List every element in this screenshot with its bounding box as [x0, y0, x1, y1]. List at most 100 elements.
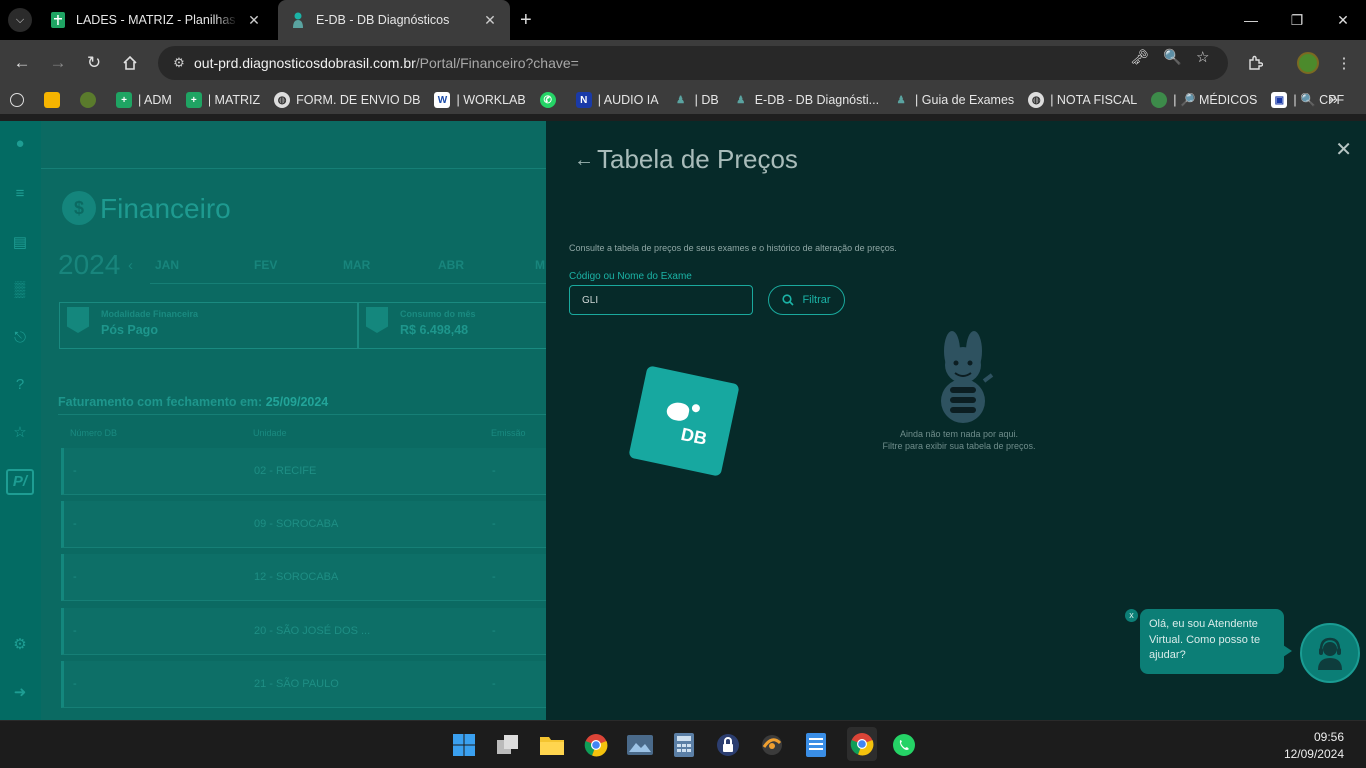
bookmark-label: | 🔎 MÉDICOS	[1173, 92, 1258, 107]
new-tab-button[interactable]: +	[520, 10, 532, 30]
col-header-emissao: Emissão	[491, 428, 526, 438]
bookmark-db[interactable]: ♟ | DB	[673, 92, 719, 108]
site-info-icon[interactable]: ⚙	[164, 55, 194, 71]
bookmark-audio-ia[interactable]: N | AUDIO IA	[575, 92, 659, 108]
document-icon[interactable]: ▤	[10, 233, 30, 253]
month-fev[interactable]: FEV	[254, 258, 277, 272]
db-logo-small-icon[interactable]: ●	[10, 135, 30, 155]
chat-bubble[interactable]: Olá, eu sou Atendente Virtual. Como poss…	[1140, 609, 1292, 674]
empty-state-text: Ainda não tem nada por aqui. Filtre para…	[876, 428, 1042, 452]
tab-search-button[interactable]: ⌵	[8, 8, 32, 32]
windows-start-icon[interactable]	[451, 732, 477, 758]
bookmark-nota-fiscal[interactable]: ◍ | NOTA FISCAL	[1028, 92, 1137, 108]
exam-search-input[interactable]	[569, 285, 753, 315]
db-person-icon	[290, 12, 306, 28]
profile-avatar[interactable]	[1297, 52, 1319, 74]
table-row[interactable]: - 02 - RECIFE -	[61, 448, 546, 495]
month-jan[interactable]: JAN	[155, 258, 179, 272]
back-icon[interactable]: ←	[10, 51, 34, 75]
reload-icon[interactable]: ↻	[82, 51, 106, 75]
settings-icon[interactable]: ⚙	[10, 635, 30, 655]
cell-unit: 21 - SÃO PAULO	[254, 678, 339, 690]
bookmark-adm[interactable]: + | ADM	[116, 92, 172, 108]
task-view-icon[interactable]	[495, 732, 521, 758]
bookmark-guia-exames[interactable]: ♟ | Guia de Exames	[893, 92, 1015, 108]
browser-toolbar: ← → ↻ ⚙ out-prd.diagnosticosdobrasil.com…	[0, 40, 1366, 86]
notepad-icon[interactable]	[803, 732, 829, 758]
window-close-icon[interactable]: ✕	[1320, 0, 1366, 40]
minimize-icon[interactable]: —	[1228, 0, 1274, 40]
forward-icon[interactable]: →	[46, 51, 70, 75]
trash-icon[interactable]: ⎋	[10, 329, 30, 349]
exam-field-label: Código ou Nome do Exame	[569, 271, 692, 282]
bookmark-worklab[interactable]: W | WORKLAB	[434, 92, 526, 108]
home-icon[interactable]	[118, 51, 142, 75]
search-icon	[782, 294, 795, 306]
system-clock[interactable]: 09:56 12/09/2024	[1284, 729, 1344, 763]
filter-button[interactable]: Filtrar	[768, 285, 845, 315]
bookmark-matriz[interactable]: + | MATRIZ	[185, 92, 260, 108]
tab-lades-matriz[interactable]: LADES - MATRIZ - Planilhas Google ✕	[38, 0, 274, 40]
clock-time: 09:56	[1313, 730, 1344, 744]
chrome-active-icon[interactable]	[847, 727, 877, 761]
file-explorer-icon[interactable]	[539, 732, 565, 758]
col-header-numero: Número DB	[70, 428, 118, 438]
address-bar[interactable]: ⚙ out-prd.diagnosticosdobrasil.com.br/Po…	[158, 46, 1228, 80]
bookmark-openai[interactable]	[10, 93, 30, 107]
url-host: out-prd.diagnosticosdobrasil.com.br	[194, 55, 416, 71]
bookmark-label: | WORKLAB	[456, 93, 526, 107]
bookmark-form-envio[interactable]: ◍ FORM. DE ENVIO DB	[274, 92, 420, 108]
password-key-icon[interactable]: 🗝	[1130, 48, 1149, 66]
whatsapp-icon[interactable]	[891, 732, 917, 758]
card-value: Pós Pago	[101, 323, 158, 337]
portal-p-icon[interactable]: P/	[6, 469, 34, 495]
star-icon[interactable]: ☆	[10, 423, 30, 443]
bookmark-badge[interactable]	[80, 92, 102, 108]
bookmark-edb[interactable]: ♟ E-DB - DB Diagnósti...	[733, 92, 879, 108]
month-mar[interactable]: MAR	[343, 258, 370, 272]
photos-icon[interactable]	[627, 732, 653, 758]
calculator-icon[interactable]	[671, 732, 697, 758]
chart-icon[interactable]: ▒	[10, 281, 30, 301]
db-logo-text: DB	[679, 423, 709, 449]
month-abr[interactable]: ABR	[438, 258, 464, 272]
lock-app-icon[interactable]	[715, 732, 741, 758]
card-label: Consumo do mês	[400, 309, 476, 319]
zoom-icon[interactable]: 🔍	[1163, 48, 1182, 66]
agent-headset-icon	[1318, 637, 1342, 670]
help-icon[interactable]: ?	[10, 376, 30, 396]
card-value: R$ 6.498,48	[400, 323, 469, 337]
month-mai[interactable]: M	[535, 258, 545, 272]
anydesk-icon[interactable]	[759, 732, 785, 758]
restore-icon[interactable]: ❐	[1274, 0, 1320, 40]
menu-icon[interactable]: ⋮	[1332, 51, 1356, 75]
url-path: /Portal/Financeiro?chave=	[415, 55, 579, 71]
close-icon[interactable]: ✕	[1335, 137, 1352, 162]
chrome-icon[interactable]	[583, 732, 609, 758]
tab-close-icon[interactable]: ✕	[246, 12, 262, 29]
table-row[interactable]: - 09 - SOROCABA -	[61, 501, 546, 548]
table-row[interactable]: - 21 - SÃO PAULO -	[61, 661, 546, 708]
bookmark-star-icon[interactable]: ☆	[1196, 48, 1209, 66]
tab-edb[interactable]: E-DB - DB Diagnósticos ✕	[278, 0, 510, 40]
card-consumo: Consumo do mês R$ 6.498,48	[358, 302, 546, 349]
receita-icon: ▣	[1271, 92, 1288, 108]
chevron-left-icon[interactable]: ‹	[128, 257, 133, 274]
virtual-agent-avatar[interactable]	[1300, 623, 1360, 683]
tab-close-icon[interactable]: ✕	[482, 12, 498, 29]
globe-icon: ◍	[274, 92, 291, 108]
table-row[interactable]: - 12 - SOROCABA -	[61, 554, 546, 601]
card-label: Modalidade Financeira	[101, 309, 199, 319]
bookmark-medicos[interactable]: | 🔎 MÉDICOS	[1151, 92, 1257, 108]
bookmark-keep[interactable]	[44, 92, 66, 108]
arrow-left-icon[interactable]: ←	[574, 149, 594, 172]
bookmarks-overflow-icon[interactable]: »	[1329, 91, 1338, 109]
list-icon[interactable]: ≡	[10, 185, 30, 205]
billing-date: 25/09/2024	[265, 395, 329, 409]
extensions-icon[interactable]	[1243, 51, 1267, 75]
globe-icon: ◍	[1028, 92, 1045, 108]
chat-close-icon[interactable]: x	[1125, 609, 1138, 622]
logout-icon[interactable]: ➜	[10, 683, 30, 703]
bookmark-whatsapp[interactable]: ✆	[539, 92, 562, 108]
table-row[interactable]: - 20 - SÃO JOSÉ DOS ... -	[61, 608, 546, 655]
